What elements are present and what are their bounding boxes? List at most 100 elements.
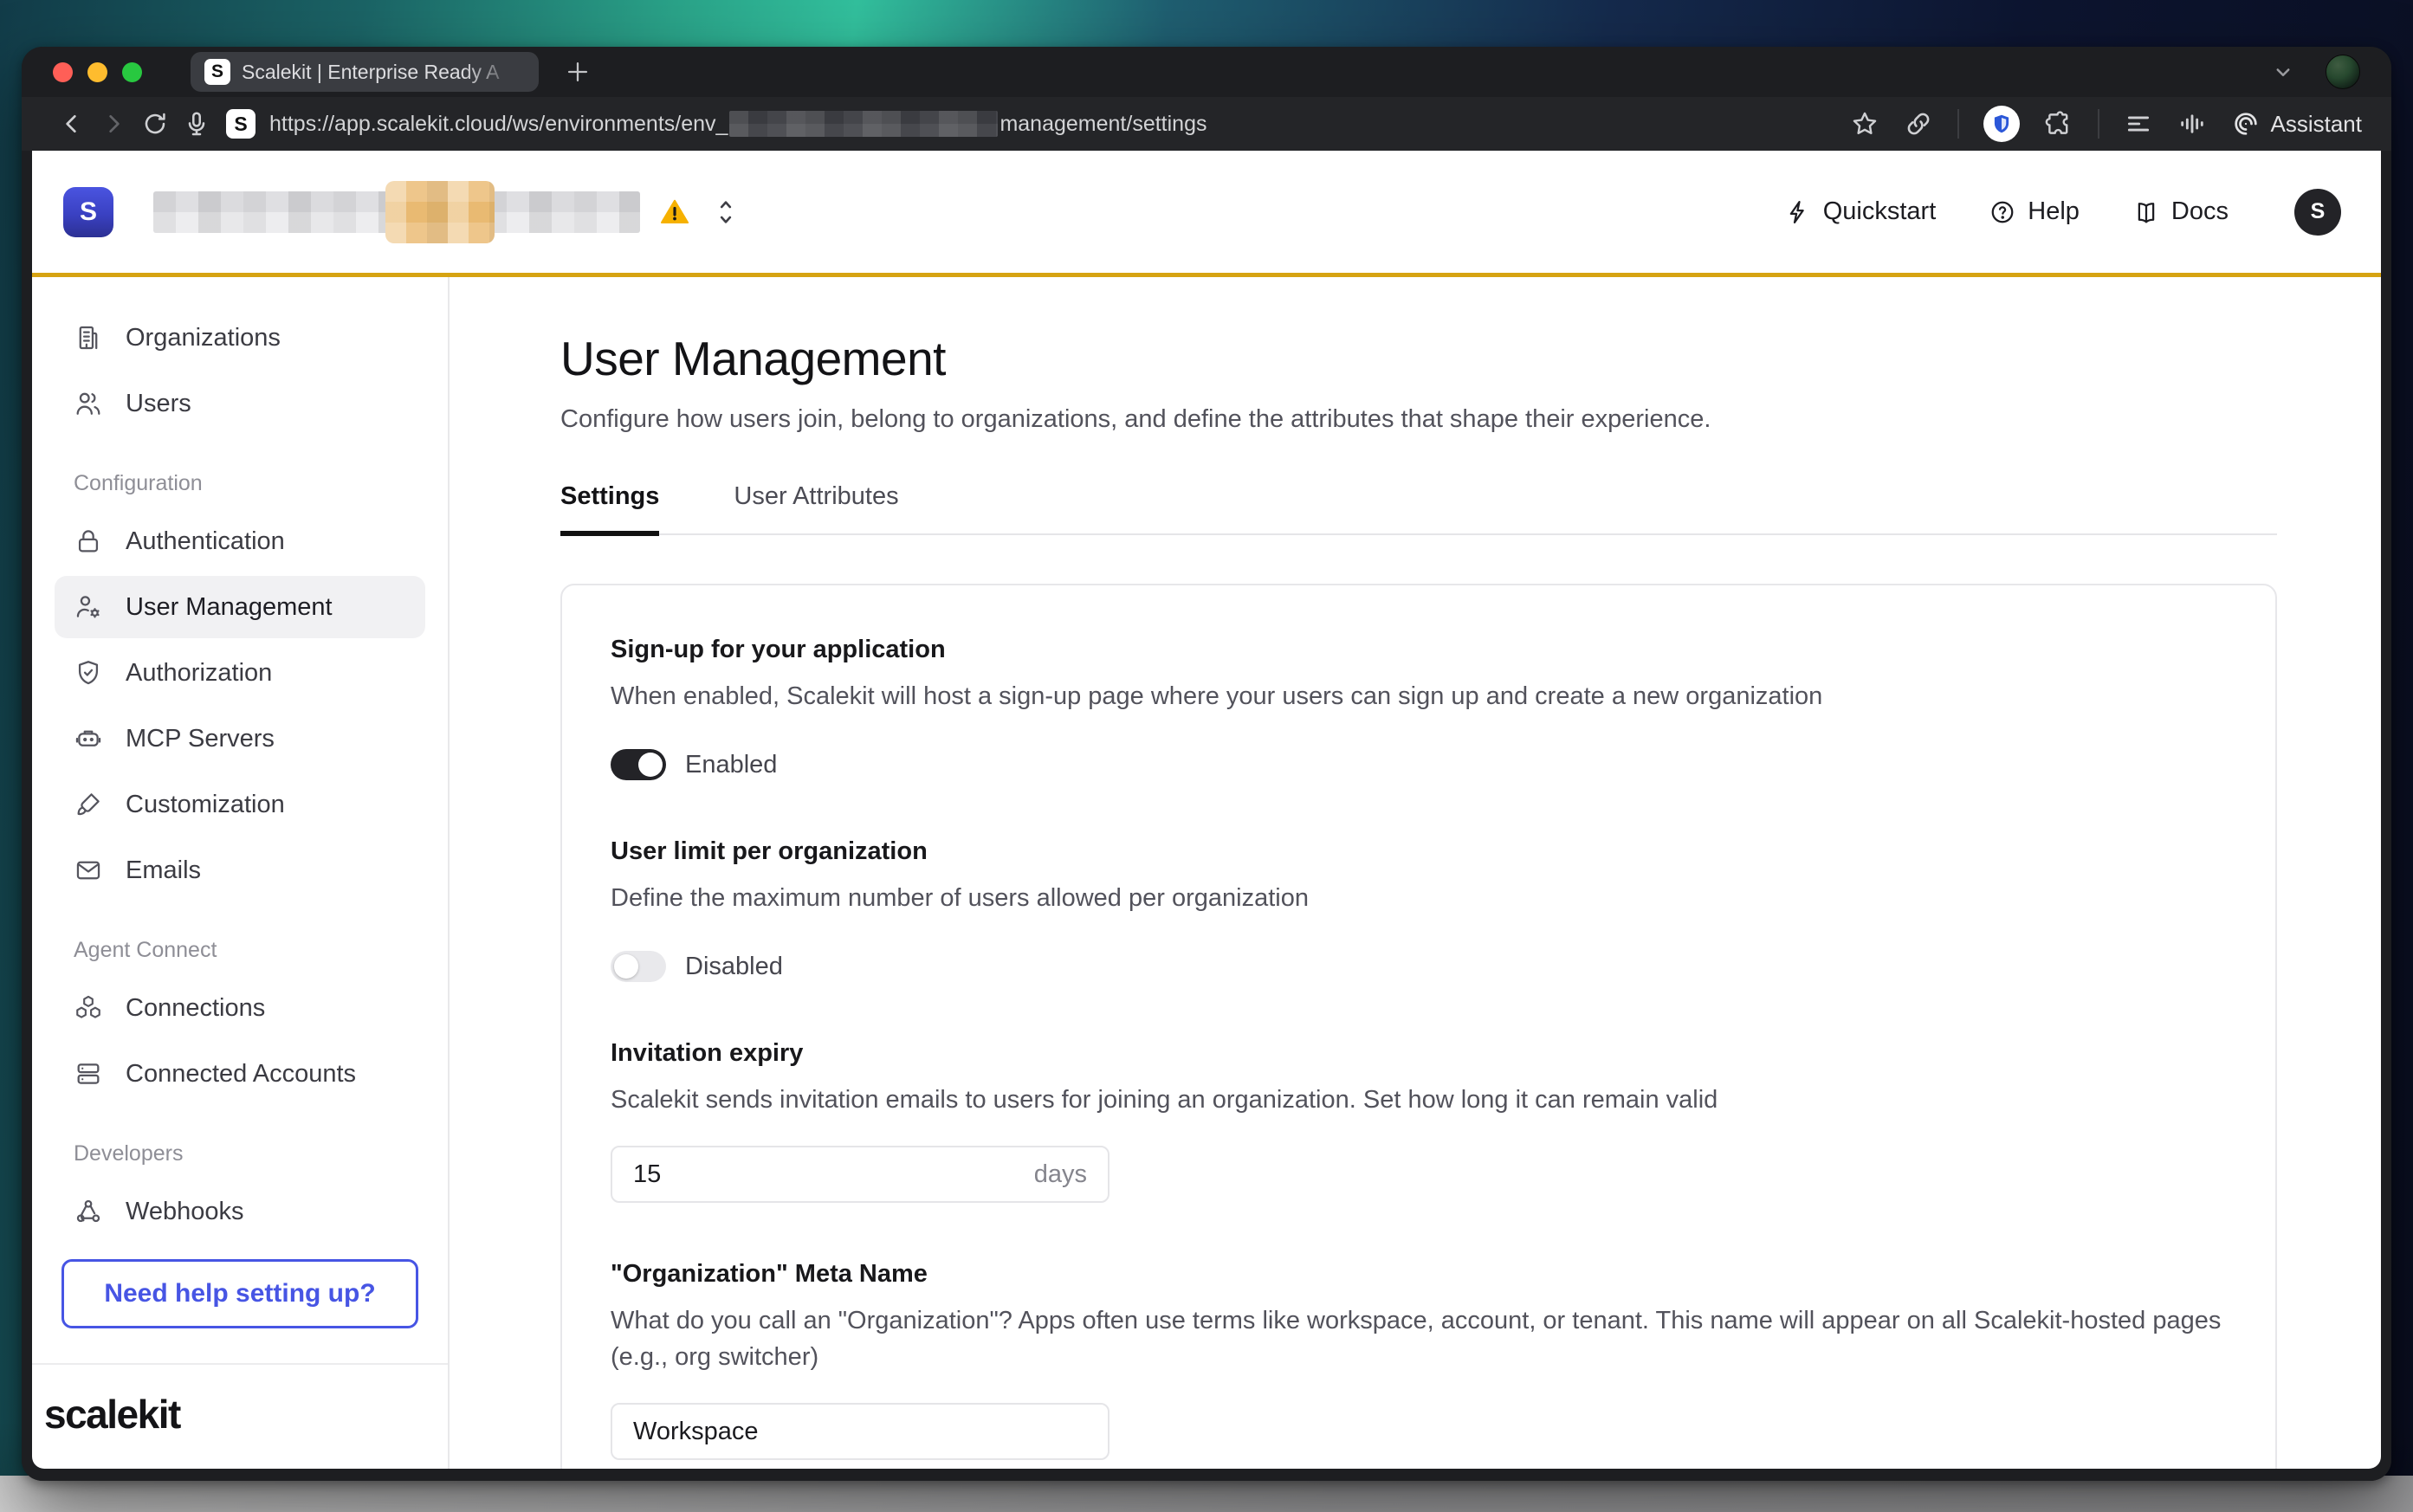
password-manager-extension-icon[interactable]: [1983, 106, 2020, 142]
address-bar[interactable]: https://app.scalekit.cloud/ws/environmen…: [269, 111, 1206, 137]
sidebar-section-configuration: Configuration: [74, 471, 425, 496]
sidebar-item-organizations[interactable]: Organizations: [55, 307, 425, 369]
sidebar-item-authorization[interactable]: Authorization: [55, 642, 425, 704]
bookmark-star-icon[interactable]: [1850, 109, 1879, 139]
assistant-button[interactable]: Assistant: [2231, 109, 2363, 139]
signup-description: When enabled, Scalekit will host a sign-…: [611, 678, 2227, 714]
tab-user-attributes[interactable]: User Attributes: [734, 482, 898, 533]
settings-card: Sign-up for your application When enable…: [560, 584, 2277, 1469]
sidebar-item-connections[interactable]: Connections: [55, 977, 425, 1039]
sidebar-item-users[interactable]: Users: [55, 372, 425, 435]
sidebar-item-webhooks[interactable]: Webhooks: [55, 1180, 425, 1243]
lock-icon: [74, 527, 103, 556]
audio-waveform-icon[interactable]: [2177, 109, 2207, 139]
tab-title: Scalekit | Enterprise Ready A: [242, 61, 525, 84]
sidebar-item-mcp-servers[interactable]: MCP Servers: [55, 708, 425, 770]
signup-section: Sign-up for your application When enable…: [611, 636, 2227, 780]
window-controls: [53, 62, 142, 82]
minimize-window-button[interactable]: [87, 62, 107, 82]
signup-toggle[interactable]: [611, 749, 666, 780]
sidebar-item-label: User Management: [126, 593, 333, 622]
signup-toggle-label: Enabled: [685, 751, 777, 779]
meta-name-field: [611, 1403, 1109, 1460]
docs-button[interactable]: Docs: [2133, 197, 2229, 226]
workspace-name-redacted[interactable]: [153, 191, 640, 233]
reading-list-icon[interactable]: [2124, 109, 2153, 139]
signup-title: Sign-up for your application: [611, 636, 2227, 664]
sidebar-item-label: Emails: [126, 856, 201, 885]
sidebar-item-label: MCP Servers: [126, 725, 275, 753]
workspace-switcher-icon[interactable]: [713, 197, 739, 228]
page-subtitle: Configure how users join, belong to orga…: [560, 405, 2277, 434]
browser-tab[interactable]: S Scalekit | Enterprise Ready A: [191, 52, 539, 92]
meta-name-section: "Organization" Meta Name What do you cal…: [611, 1260, 2227, 1460]
sidebar-item-label: Organizations: [126, 324, 281, 352]
sidebar-item-connected-accounts[interactable]: Connected Accounts: [55, 1043, 425, 1105]
back-button[interactable]: [51, 110, 93, 138]
site-favicon: S: [226, 109, 256, 139]
app-header: S Quickst: [32, 151, 2381, 277]
sidebar-item-label: Authorization: [126, 659, 272, 688]
sidebar-item-customization[interactable]: Customization: [55, 773, 425, 836]
book-icon: [2133, 199, 2159, 225]
browser-toolbar: S https://app.scalekit.cloud/ws/environm…: [22, 97, 2391, 151]
user-limit-section: User limit per organization Define the m…: [611, 837, 2227, 982]
microphone-icon[interactable]: [176, 110, 217, 138]
scalekit-wordmark: scalekit: [44, 1391, 448, 1438]
environment-warning-icon: [659, 197, 690, 228]
invitation-expiry-input[interactable]: [633, 1160, 1034, 1189]
user-avatar[interactable]: S: [2294, 189, 2341, 236]
user-limit-toggle[interactable]: [611, 951, 666, 982]
paintbrush-icon: [74, 790, 103, 819]
webhook-icon: [74, 1197, 103, 1226]
user-gear-icon: [74, 592, 103, 622]
tab-strip: Settings User Attributes: [560, 482, 2277, 535]
need-help-button[interactable]: Need help setting up?: [61, 1259, 418, 1328]
new-tab-button[interactable]: [563, 57, 592, 87]
user-limit-title: User limit per organization: [611, 837, 2227, 866]
sidebar-section-agent-connect: Agent Connect: [74, 938, 425, 963]
copy-link-icon[interactable]: [1904, 109, 1933, 139]
sidebar-item-label: Webhooks: [126, 1198, 244, 1226]
zoom-window-button[interactable]: [122, 62, 142, 82]
chevron-down-icon[interactable]: [2270, 59, 2296, 85]
meta-name-input[interactable]: [633, 1418, 1087, 1446]
users-icon: [74, 389, 103, 418]
sidebar-item-label: Connected Accounts: [126, 1060, 356, 1089]
user-limit-description: Define the maximum number of users allow…: [611, 880, 2227, 916]
invitation-expiry-unit: days: [1034, 1160, 1087, 1189]
page-title: User Management: [560, 331, 2277, 386]
robot-icon: [74, 724, 103, 753]
tab-settings[interactable]: Settings: [560, 482, 659, 533]
scalekit-logo: S: [63, 187, 113, 237]
sidebar-item-label: Authentication: [126, 527, 285, 556]
sidebar-section-developers: Developers: [74, 1141, 425, 1166]
sidebar-item-user-management[interactable]: User Management: [55, 576, 425, 638]
help-button[interactable]: Help: [1989, 197, 2080, 226]
desktop-dock-strip: [0, 1476, 2413, 1512]
url-prefix: https://app.scalekit.cloud/ws/environmen…: [269, 112, 728, 137]
help-circle-icon: [1989, 199, 2015, 225]
forward-button[interactable]: [93, 110, 134, 138]
reload-button[interactable]: [134, 110, 176, 138]
shield-check-icon: [74, 658, 103, 688]
sidebar-footer: scalekit: [32, 1363, 448, 1469]
browser-profile-avatar[interactable]: [2326, 55, 2360, 89]
meta-name-description: What do you call an "Organization"? Apps…: [611, 1302, 2227, 1375]
server-stack-icon: [74, 1059, 103, 1089]
sidebar-item-emails[interactable]: Emails: [55, 839, 425, 901]
cubes-icon: [74, 993, 103, 1023]
invitation-expiry-description: Scalekit sends invitation emails to user…: [611, 1082, 2227, 1118]
sidebar-item-authentication[interactable]: Authentication: [55, 510, 425, 572]
sidebar-item-label: Connections: [126, 994, 265, 1023]
tab-favicon: S: [204, 59, 230, 85]
lightning-icon: [1785, 199, 1811, 225]
user-limit-toggle-label: Disabled: [685, 953, 783, 981]
scalekit-app: S Quickst: [32, 151, 2381, 1469]
main-content: User Management Configure how users join…: [450, 277, 2381, 1469]
extensions-puzzle-icon[interactable]: [2044, 109, 2073, 139]
quickstart-button[interactable]: Quickstart: [1785, 197, 1937, 226]
envelope-icon: [74, 856, 103, 885]
sidebar-item-label: Customization: [126, 791, 285, 819]
close-window-button[interactable]: [53, 62, 73, 82]
